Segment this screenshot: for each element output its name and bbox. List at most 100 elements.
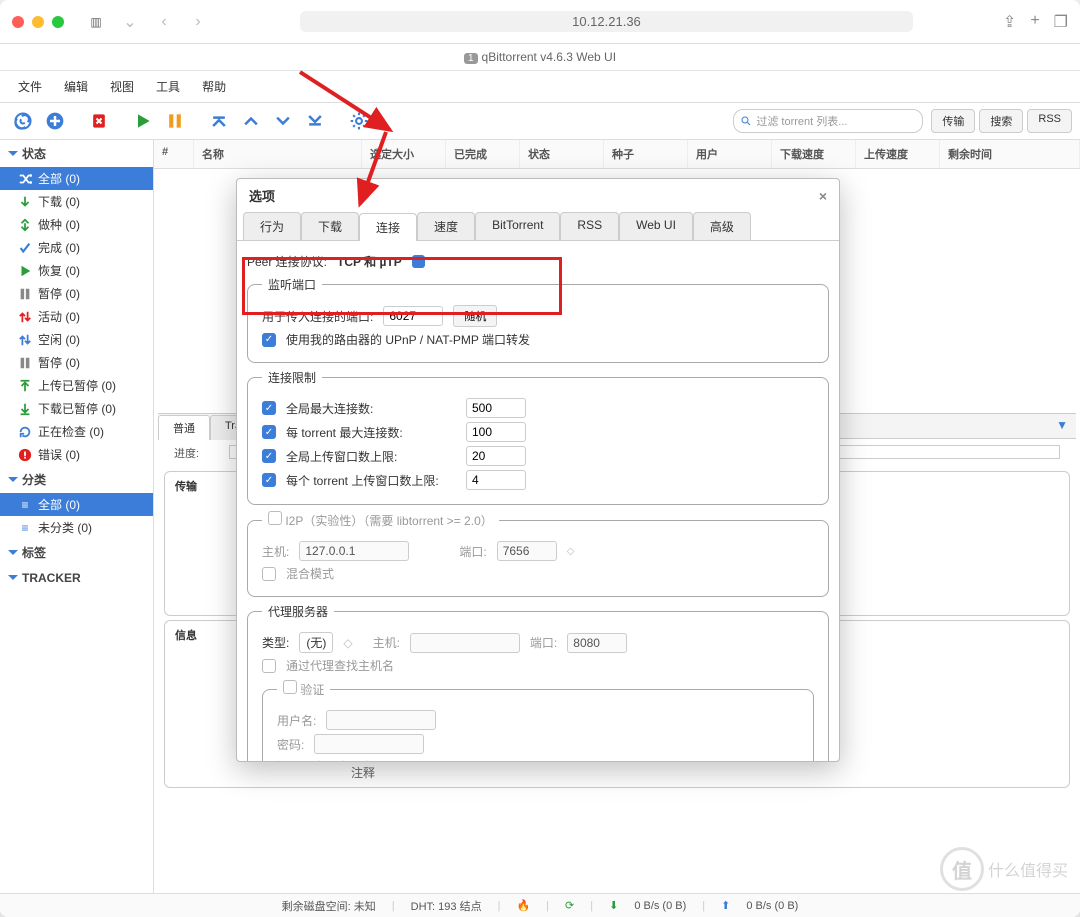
listen-port-input[interactable] xyxy=(383,306,443,326)
i2p-host-label: 主机: xyxy=(262,543,289,560)
col-peers[interactable]: 用户 xyxy=(688,140,772,168)
sidebar-status-item[interactable]: 上传已暂停 (0) xyxy=(0,374,153,397)
sidebar-category-header[interactable]: 分类 xyxy=(0,466,153,493)
tab-advanced[interactable]: 高级 xyxy=(693,212,751,240)
tab-bittorrent[interactable]: BitTorrent xyxy=(475,212,560,240)
col-done[interactable]: 已完成 xyxy=(446,140,520,168)
upnp-label: 使用我的路由器的 UPnP / NAT-PMP 端口转发 xyxy=(286,331,530,348)
forward-icon[interactable]: › xyxy=(186,11,210,33)
delete-button[interactable] xyxy=(84,107,114,135)
proxy-host-label: 主机: xyxy=(373,634,400,651)
tab-count-badge: 1 xyxy=(464,53,478,64)
sidebar-status-item[interactable]: 全部 (0) xyxy=(0,167,153,190)
new-tab-icon[interactable]: + xyxy=(1030,12,1039,32)
dialog-title: 选项 xyxy=(249,186,275,205)
tab-rss[interactable]: RSS xyxy=(1027,109,1072,133)
start-button[interactable] xyxy=(128,107,158,135)
auth-fieldset: 验证 用户名: 密码: 提示：密码未加密 xyxy=(262,680,814,761)
proxy-legend: 代理服务器 xyxy=(262,603,334,620)
limit-input[interactable] xyxy=(466,422,526,442)
col-hash[interactable]: # xyxy=(154,140,194,168)
col-dl[interactable]: 下载速度 xyxy=(772,140,856,168)
disk-label: 剩余磁盘空间: xyxy=(282,901,351,913)
limit-checkbox[interactable]: ✓ xyxy=(262,401,276,415)
pause-button[interactable] xyxy=(160,107,190,135)
dht-value: 193 结点 xyxy=(438,901,481,913)
i2p-fieldset: I2P（实验性）（需要 libtorrent >= 2.0） 主机: 端口: ◇… xyxy=(247,511,829,597)
sidebar-tracker-header[interactable]: TRACKER xyxy=(0,566,153,590)
sidebar: 状态 全部 (0)下载 (0)做种 (0)完成 (0)恢复 (0)暂停 (0)活… xyxy=(0,140,154,901)
back-icon[interactable]: ‹ xyxy=(152,11,176,33)
sidebar-status-item[interactable]: 暂停 (0) xyxy=(0,282,153,305)
auth-pass-input xyxy=(314,734,424,754)
col-eta[interactable]: 剩余时间 xyxy=(940,140,1080,168)
menu-tools[interactable]: 工具 xyxy=(146,75,190,98)
i2p-host-input xyxy=(299,541,409,561)
sidebar-status-item[interactable]: 下载 (0) xyxy=(0,190,153,213)
sidebar-category-item[interactable]: ≡全部 (0) xyxy=(0,493,153,516)
limit-input[interactable] xyxy=(466,398,526,418)
add-link-button[interactable] xyxy=(8,107,38,135)
detail-tab-general[interactable]: 普通 xyxy=(158,415,210,440)
peer-proto-value[interactable]: TCP 和 µTP xyxy=(337,253,402,270)
upload-icon: ⬆ xyxy=(721,899,730,912)
disk-value: 未知 xyxy=(354,901,376,913)
tab-behavior[interactable]: 行为 xyxy=(243,212,301,240)
sidebar-status-header[interactable]: 状态 xyxy=(0,140,153,167)
add-torrent-button[interactable] xyxy=(40,107,70,135)
share-icon[interactable]: ⇪ xyxy=(1003,12,1016,32)
tab-webui[interactable]: Web UI xyxy=(619,212,693,240)
listen-port-fieldset: 监听端口 用于传入连接的端口: 随机 ✓ 使用我的路由器的 UPnP / NAT… xyxy=(247,276,829,363)
dialog-close-button[interactable]: × xyxy=(819,188,827,204)
firewall-icon[interactable]: 🔥 xyxy=(516,899,530,912)
sidebar-status-item[interactable]: 完成 (0) xyxy=(0,236,153,259)
random-port-button[interactable]: 随机 xyxy=(453,305,497,327)
minimize-window-icon[interactable] xyxy=(32,16,44,28)
col-seeds[interactable]: 种子 xyxy=(604,140,688,168)
menu-view[interactable]: 视图 xyxy=(100,75,144,98)
tab-speed[interactable]: 速度 xyxy=(417,212,475,240)
limit-input[interactable] xyxy=(466,470,526,490)
col-ul[interactable]: 上传速度 xyxy=(856,140,940,168)
limit-input[interactable] xyxy=(466,446,526,466)
upnp-checkbox[interactable]: ✓ xyxy=(262,333,276,347)
sidebar-toggle-icon[interactable]: ▥ xyxy=(84,11,108,33)
sidebar-status-item[interactable]: 空闲 (0) xyxy=(0,328,153,351)
sidebar-status-item[interactable]: 正在检查 (0) xyxy=(0,420,153,443)
i2p-mixed-checkbox xyxy=(262,567,276,581)
auth-user-input xyxy=(326,710,436,730)
sidebar-category-item[interactable]: ≡未分类 (0) xyxy=(0,516,153,539)
detail-collapse-icon[interactable]: ▼ xyxy=(1048,414,1076,439)
url-bar[interactable]: 10.12.21.36 xyxy=(300,11,913,32)
filter-placeholder: 过滤 torrent 列表... xyxy=(756,113,847,129)
sidebar-status-item[interactable]: 活动 (0) xyxy=(0,305,153,328)
proxy-hostname-label: 通过代理查找主机名 xyxy=(286,657,394,674)
tabs-icon[interactable]: ❐ xyxy=(1054,12,1068,32)
tab-connection[interactable]: 连接 xyxy=(359,213,417,241)
sidebar-status-item[interactable]: 恢复 (0) xyxy=(0,259,153,282)
menu-edit[interactable]: 编辑 xyxy=(54,75,98,98)
col-status[interactable]: 状态 xyxy=(520,140,604,168)
peer-proto-dropdown-icon[interactable] xyxy=(412,255,425,268)
tab-transfers[interactable]: 传输 xyxy=(931,109,975,133)
tab-downloads[interactable]: 下载 xyxy=(301,212,359,240)
limit-checkbox[interactable]: ✓ xyxy=(262,449,276,463)
menu-file[interactable]: 文件 xyxy=(8,75,52,98)
sidebar-status-item[interactable]: 错误 (0) xyxy=(0,443,153,466)
filter-input[interactable]: 过滤 torrent 列表... xyxy=(733,109,923,133)
tab-rss-opt[interactable]: RSS xyxy=(560,212,619,240)
sidebar-status-item[interactable]: 下载已暂停 (0) xyxy=(0,397,153,420)
close-window-icon[interactable] xyxy=(12,16,24,28)
maximize-window-icon[interactable] xyxy=(52,16,64,28)
limit-checkbox[interactable]: ✓ xyxy=(262,473,276,487)
proxy-type-select[interactable]: (无) xyxy=(299,632,333,653)
dropdown-icon[interactable]: ⌄ xyxy=(118,11,142,33)
sidebar-status-item[interactable]: 做种 (0) xyxy=(0,213,153,236)
sidebar-status-item[interactable]: 暂停 (0) xyxy=(0,351,153,374)
alt-speed-icon[interactable]: ⟳ xyxy=(565,899,574,912)
sidebar-tags-header[interactable]: 标签 xyxy=(0,539,153,566)
tab-search[interactable]: 搜索 xyxy=(979,109,1023,133)
limit-checkbox[interactable]: ✓ xyxy=(262,425,276,439)
proxy-fieldset: 代理服务器 类型: (无)◇ 主机: 端口: 通过代理查找主机名 验证 用户名: xyxy=(247,603,829,761)
i2p-enable-checkbox[interactable] xyxy=(268,511,282,525)
